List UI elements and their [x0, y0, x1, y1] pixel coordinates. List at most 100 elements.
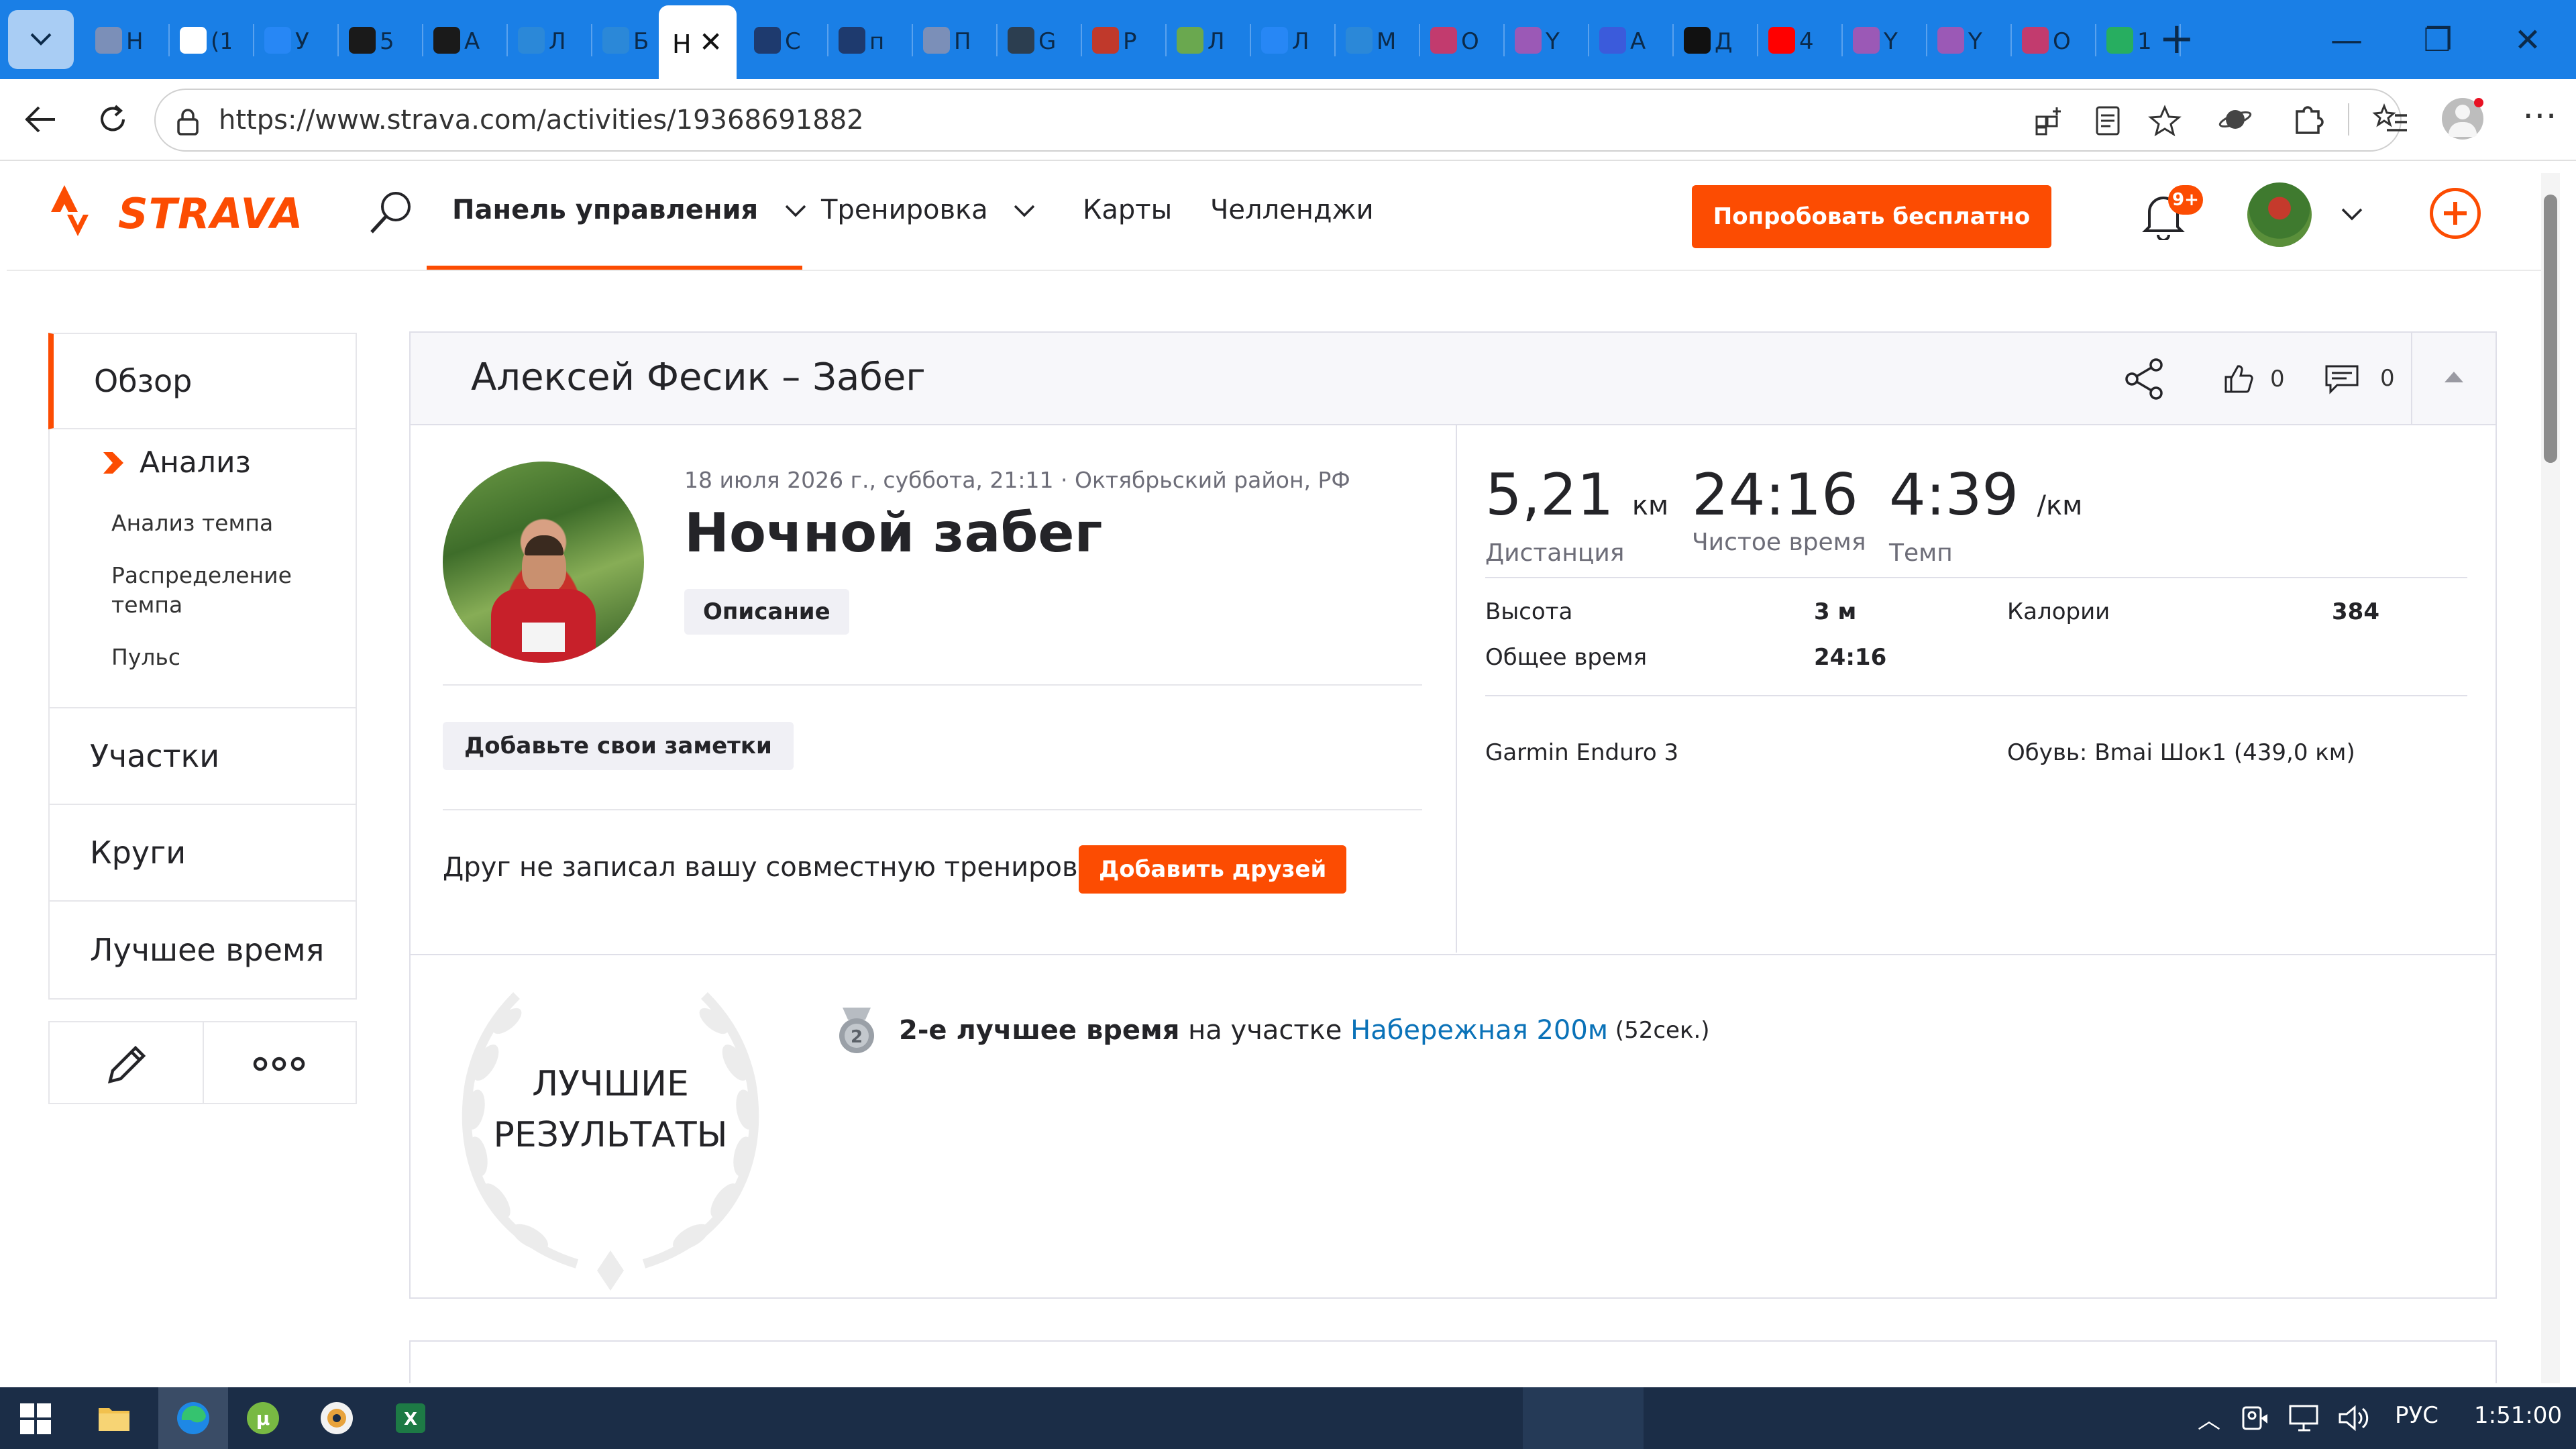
more-options-icon[interactable] — [252, 1052, 306, 1076]
network-icon[interactable] — [2288, 1403, 2322, 1433]
share-icon[interactable] — [2123, 357, 2167, 401]
profile-avatar-icon[interactable] — [2442, 98, 2483, 140]
tab-title: А — [1630, 28, 1646, 55]
sidebar-link-pace-analysis[interactable]: Анализ темпа — [111, 508, 273, 538]
profile-menu-chevron-icon[interactable] — [2339, 207, 2365, 223]
close-tab-icon[interactable]: ✕ — [699, 25, 722, 58]
browser-tab[interactable]: G — [1000, 12, 1082, 68]
activity-date-location: 18 июля 2026 г., суббота, 21:11 · Октябр… — [684, 467, 1350, 493]
address-bar[interactable]: https://www.strava.com/activities/193686… — [154, 89, 2402, 152]
sidebar-item-laps[interactable]: Круги — [48, 804, 357, 902]
restore-window-button[interactable]: ❐ — [2411, 13, 2465, 67]
browser-tab[interactable]: М — [1338, 12, 1420, 68]
browser-tab[interactable]: У — [256, 12, 339, 68]
description-button[interactable]: Описание — [684, 589, 849, 635]
segment-link[interactable]: Набережная 200м — [1350, 1015, 1608, 1046]
favorites-list-icon[interactable] — [2372, 102, 2410, 137]
tab-title: (1 — [211, 28, 231, 55]
add-friends-button[interactable]: Добавить друзей — [1079, 845, 1347, 894]
tab-favicon-icon — [1346, 27, 1373, 54]
tray-overflow-chevron-icon[interactable]: ︿ — [2198, 1402, 2220, 1435]
minimize-window-button[interactable]: — — [2320, 13, 2373, 67]
tab-separator — [1672, 24, 1674, 56]
browser-tab[interactable]: О — [1422, 12, 1505, 68]
kudos-button[interactable]: 0 — [2222, 362, 2285, 396]
app-available-icon[interactable] — [2034, 105, 2066, 137]
nav-challenges[interactable]: Челленджи — [1210, 195, 1374, 225]
extensions-puzzle-icon[interactable] — [2290, 102, 2325, 137]
strava-logo[interactable]: STRAVA — [48, 185, 303, 241]
sidebar-item-overview[interactable]: Обзор — [48, 333, 357, 429]
tab-title: G — [1038, 28, 1057, 55]
browser-tab[interactable]: О — [2014, 12, 2096, 68]
excel-icon[interactable]: X — [386, 1394, 435, 1442]
shoes-info[interactable]: Обувь: Bmai Шок1 (439,0 км) — [2007, 739, 2355, 766]
browser-tab[interactable]: Л — [1253, 12, 1336, 68]
page-scrollbar-thumb[interactable] — [2544, 195, 2557, 463]
nav-active-indicator — [427, 266, 802, 270]
tools-divider — [203, 1022, 204, 1103]
tab-separator — [253, 24, 254, 56]
tab-separator — [1250, 24, 1251, 56]
sidebar-item-best-efforts[interactable]: Лучшее время — [48, 900, 357, 1000]
webcam-icon[interactable] — [2239, 1403, 2270, 1433]
browser-menu-icon[interactable]: ⋯ — [2522, 95, 2557, 136]
upload-plus-icon[interactable] — [2430, 188, 2481, 239]
utorrent-icon[interactable]: µ — [239, 1394, 287, 1442]
add-notes-button[interactable]: Добавьте свои заметки — [443, 722, 794, 770]
sidebar-item-analysis[interactable]: Анализ — [101, 445, 251, 480]
tab-title: п — [869, 28, 885, 55]
nav-dashboard[interactable]: Панель управления — [452, 195, 809, 225]
edit-pencil-icon[interactable] — [103, 1041, 150, 1088]
browser-tab[interactable]: Р — [1084, 12, 1167, 68]
file-explorer-icon[interactable] — [90, 1394, 138, 1442]
back-button[interactable] — [19, 98, 62, 141]
browser-tab[interactable]: Л — [1169, 12, 1251, 68]
browser-tab[interactable]: (1 — [172, 12, 254, 68]
search-icon[interactable] — [368, 188, 415, 237]
notifications-badge: 9+ — [2168, 185, 2203, 215]
user-avatar[interactable] — [2247, 182, 2312, 247]
volume-icon[interactable] — [2337, 1403, 2372, 1433]
sidebar-item-segments[interactable]: Участки — [48, 707, 357, 805]
browser-tab[interactable]: Л — [510, 12, 592, 68]
browser-tab[interactable]: Y — [1507, 12, 1589, 68]
comments-button[interactable]: 0 — [2324, 362, 2395, 394]
favorite-star-icon[interactable] — [2148, 105, 2182, 137]
arrow-left-icon — [25, 106, 55, 133]
browser-tab[interactable]: Д — [1676, 12, 1758, 68]
browser-tab[interactable]: п — [830, 12, 913, 68]
browser-tab[interactable]: Y — [1845, 12, 1927, 68]
browser-tab[interactable]: С — [746, 12, 828, 68]
collapse-caret-icon[interactable] — [2445, 372, 2463, 382]
nav-maps[interactable]: Карты — [1083, 195, 1172, 225]
close-window-button[interactable]: ✕ — [2501, 13, 2555, 67]
reader-mode-icon[interactable] — [2093, 105, 2123, 137]
browser-tab[interactable]: Y — [1929, 12, 2012, 68]
browser-tab[interactable]: А — [425, 12, 508, 68]
browser-tab[interactable]: 4 — [1760, 12, 1843, 68]
tab-title: О — [2053, 28, 2071, 55]
try-free-button[interactable]: Попробовать бесплатно — [1692, 185, 2051, 248]
browser-tab[interactable]: П — [915, 12, 998, 68]
browser-tab[interactable]: А — [1591, 12, 1674, 68]
app-round-icon[interactable] — [313, 1394, 361, 1442]
new-tab-button[interactable]: + — [2159, 17, 2195, 60]
extension-planet-icon[interactable] — [2218, 102, 2253, 137]
nav-training[interactable]: Тренировка — [821, 195, 1038, 225]
input-language[interactable]: РУС — [2395, 1402, 2438, 1429]
sidebar-link-pace-distribution[interactable]: Распределение темпа — [111, 561, 333, 620]
reload-button[interactable] — [91, 98, 134, 141]
edge-browser-icon[interactable] — [169, 1394, 217, 1442]
tab-active-strava[interactable]: Н ✕ — [659, 5, 737, 79]
sidebar-link-heart-rate[interactable]: Пульс — [111, 643, 180, 672]
distance-label: Дистанция — [1485, 539, 1625, 567]
browser-tab[interactable]: Н — [87, 12, 170, 68]
browser-tab[interactable]: 5 — [341, 12, 423, 68]
windows-start-icon[interactable] — [20, 1403, 51, 1434]
best-results-pane: ЛУЧШИЕ РЕЗУЛЬТАТЫ 2 2-е лучшее время на … — [411, 954, 2496, 1297]
tab-actions-menu-button[interactable] — [8, 10, 74, 69]
achievement-mid-text: на участке — [1179, 1015, 1351, 1046]
system-clock[interactable]: 1:51:00 — [2474, 1402, 2562, 1429]
athlete-photo[interactable] — [443, 462, 644, 663]
